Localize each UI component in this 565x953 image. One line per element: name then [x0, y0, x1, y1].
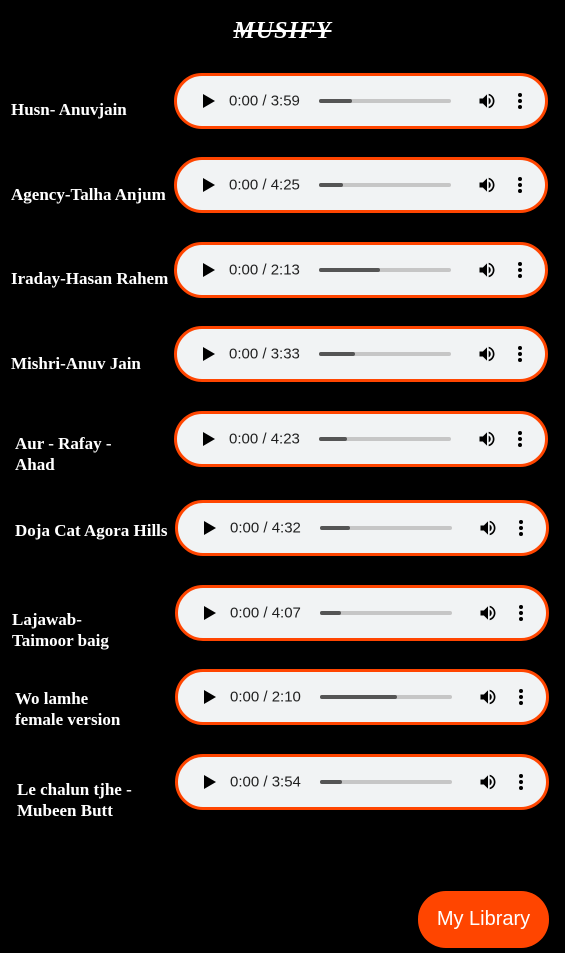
audio-player[interactable]: 0:00 / 4:32 — [175, 500, 549, 556]
volume-icon[interactable] — [477, 175, 497, 195]
play-icon[interactable] — [203, 347, 215, 361]
song-title: Doja Cat Agora Hills — [15, 521, 168, 540]
play-icon[interactable] — [204, 606, 216, 620]
play-icon[interactable] — [203, 432, 215, 446]
more-options-icon[interactable] — [518, 604, 524, 622]
time-display: 0:00 / 3:54 — [230, 773, 301, 791]
progress-fill — [319, 99, 352, 103]
play-icon[interactable] — [204, 775, 216, 789]
progress-bar[interactable] — [320, 780, 452, 784]
progress-fill — [320, 526, 351, 530]
progress-fill — [319, 268, 380, 272]
time-display: 0:00 / 4:25 — [229, 176, 300, 194]
progress-fill — [320, 695, 397, 699]
song-title: Mishri-Anuv Jain — [11, 354, 141, 373]
time-display: 0:00 / 4:23 — [229, 430, 300, 448]
more-options-icon[interactable] — [518, 519, 524, 537]
audio-player[interactable]: 0:00 / 3:54 — [175, 754, 549, 810]
progress-fill — [320, 780, 343, 784]
volume-icon[interactable] — [477, 260, 497, 280]
song-title: Le chalun tjhe - Mubeen Butt — [17, 780, 132, 820]
progress-bar[interactable] — [320, 526, 452, 530]
song-title: Aur - Rafay - Ahad — [15, 434, 112, 474]
progress-bar[interactable] — [319, 268, 451, 272]
play-icon[interactable] — [203, 263, 215, 277]
audio-player[interactable]: 0:00 / 2:13 — [174, 242, 548, 298]
progress-bar[interactable] — [320, 611, 452, 615]
time-display: 0:00 / 2:13 — [229, 261, 300, 279]
volume-icon[interactable] — [478, 687, 498, 707]
play-icon[interactable] — [204, 521, 216, 535]
app-title: MUSIFY — [233, 18, 332, 44]
more-options-icon[interactable] — [517, 345, 523, 363]
progress-fill — [320, 611, 342, 615]
volume-icon[interactable] — [478, 772, 498, 792]
progress-fill — [319, 437, 347, 441]
progress-bar[interactable] — [319, 99, 451, 103]
time-display: 0:00 / 4:32 — [230, 519, 301, 537]
progress-bar[interactable] — [320, 695, 452, 699]
progress-bar[interactable] — [319, 352, 451, 356]
more-options-icon[interactable] — [518, 773, 524, 791]
volume-icon[interactable] — [477, 429, 497, 449]
more-options-icon[interactable] — [518, 688, 524, 706]
volume-icon[interactable] — [477, 344, 497, 364]
song-title: Lajawab-Taimoor baig — [12, 610, 109, 650]
audio-player[interactable]: 0:00 / 3:33 — [174, 326, 548, 382]
song-title: Wo lamhe female version — [15, 689, 121, 729]
progress-fill — [319, 352, 355, 356]
time-display: 0:00 / 3:33 — [229, 345, 300, 363]
audio-player[interactable]: 0:00 / 4:07 — [175, 585, 549, 641]
progress-bar[interactable] — [319, 437, 451, 441]
time-display: 0:00 / 4:07 — [230, 604, 301, 622]
volume-icon[interactable] — [478, 603, 498, 623]
play-icon[interactable] — [203, 94, 215, 108]
play-icon[interactable] — [203, 178, 215, 192]
more-options-icon[interactable] — [517, 261, 523, 279]
play-icon[interactable] — [204, 690, 216, 704]
song-title: Husn- Anuvjain — [11, 100, 127, 119]
song-title: Iraday-Hasan Rahem — [11, 269, 169, 288]
time-display: 0:00 / 2:10 — [230, 688, 301, 706]
progress-bar[interactable] — [319, 183, 451, 187]
more-options-icon[interactable] — [517, 430, 523, 448]
audio-player[interactable]: 0:00 / 3:59 — [174, 73, 548, 129]
audio-player[interactable]: 0:00 / 4:25 — [174, 157, 548, 213]
progress-fill — [319, 183, 343, 187]
volume-icon[interactable] — [478, 518, 498, 538]
my-library-button[interactable]: My Library — [418, 891, 549, 948]
time-display: 0:00 / 3:59 — [229, 92, 300, 110]
audio-player[interactable]: 0:00 / 4:23 — [174, 411, 548, 467]
volume-icon[interactable] — [477, 91, 497, 111]
song-title: Agency-Talha Anjum — [11, 185, 166, 204]
audio-player[interactable]: 0:00 / 2:10 — [175, 669, 549, 725]
more-options-icon[interactable] — [517, 92, 523, 110]
more-options-icon[interactable] — [517, 176, 523, 194]
